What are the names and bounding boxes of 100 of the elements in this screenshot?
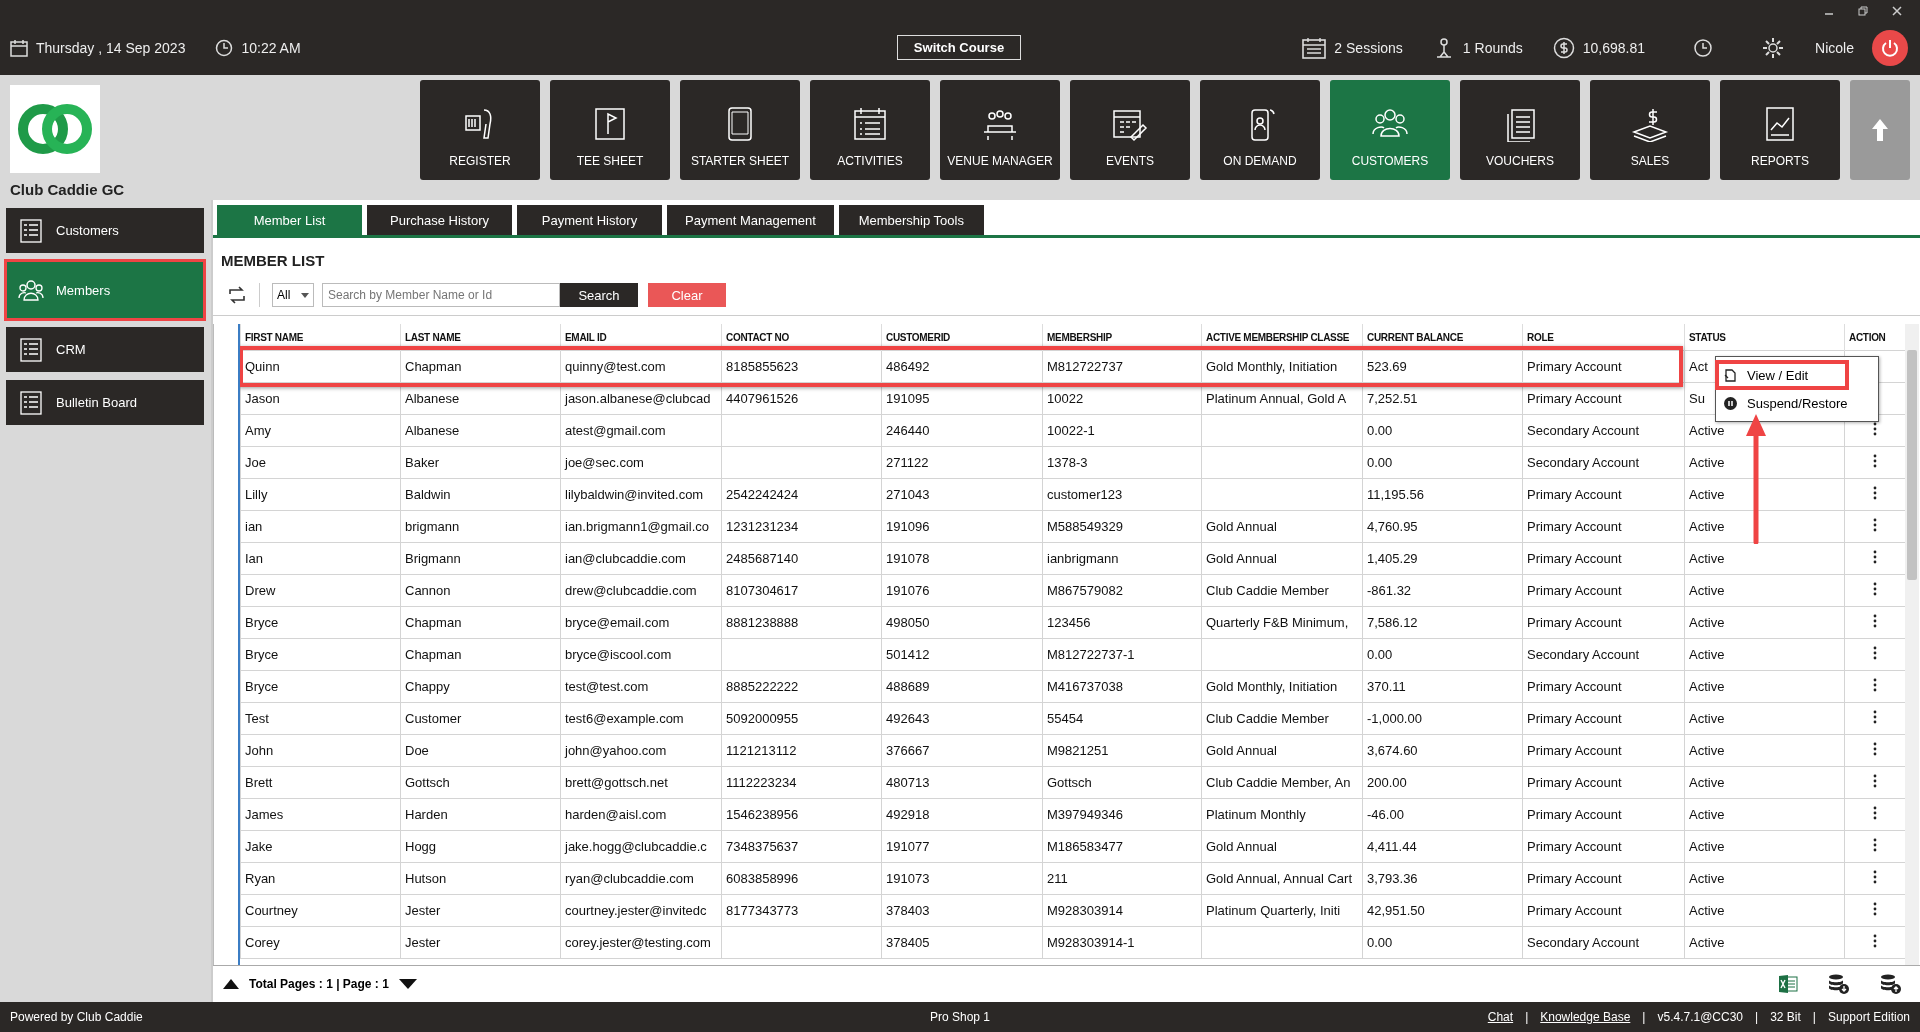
- scrollbar[interactable]: [1905, 324, 1919, 965]
- table-cell: 123456: [1047, 615, 1091, 630]
- table-cell: -1,000.00: [1367, 711, 1422, 726]
- table-cell: Amy: [245, 423, 271, 438]
- more-options-icon[interactable]: [1873, 582, 1877, 596]
- column-header: CUSTOMERID: [881, 324, 1043, 351]
- nav-tile[interactable]: CUSTOMERS: [1330, 80, 1450, 180]
- more-options-icon[interactable]: [1873, 838, 1877, 852]
- more-options-icon[interactable]: [1873, 710, 1877, 724]
- table-cell: ryan@clubcaddie.com: [565, 871, 694, 886]
- search-field[interactable]: Search by Member Name or Id: [322, 283, 560, 307]
- people-group-icon: [18, 277, 44, 303]
- switch-course-button[interactable]: Switch Course: [896, 35, 1022, 60]
- page-down-icon[interactable]: [398, 979, 417, 989]
- sidebar-item[interactable]: Bulletin Board: [6, 380, 204, 425]
- sidebar-item[interactable]: Members: [6, 261, 204, 319]
- spreadsheet-icon[interactable]: [1778, 974, 1798, 994]
- table-cell: Primary Account: [1527, 359, 1622, 374]
- sidebar-item[interactable]: CRM: [6, 327, 204, 372]
- more-options-icon[interactable]: [1873, 870, 1877, 884]
- table-cell: 501412: [886, 647, 930, 662]
- menu-item[interactable]: Suspend/Restore: [1716, 389, 1878, 417]
- table-cell: 191073: [886, 871, 930, 886]
- table-cell: Active: [1689, 487, 1725, 502]
- close-icon[interactable]: [1892, 6, 1902, 16]
- page-up-icon[interactable]: [223, 979, 239, 989]
- more-options-icon[interactable]: [1873, 550, 1877, 564]
- column-header: ACTIVE MEMBERSHIP CLASSE: [1201, 324, 1363, 351]
- tab[interactable]: Member List: [217, 205, 362, 235]
- tab[interactable]: Membership Tools: [838, 205, 984, 235]
- more-options-icon[interactable]: [1873, 646, 1877, 660]
- power-button[interactable]: [1872, 29, 1908, 66]
- table-cell: Active: [1689, 615, 1725, 630]
- table-cell: Chapman: [405, 359, 462, 374]
- nav-tile[interactable]: ACTIVITIES: [810, 80, 930, 180]
- settings-icon[interactable]: [1761, 35, 1786, 60]
- more-options-icon[interactable]: [1873, 422, 1877, 436]
- table-cell: Active: [1689, 871, 1725, 886]
- database-upload-icon[interactable]: [1880, 973, 1902, 995]
- nav-tile[interactable]: ON DEMAND: [1200, 80, 1320, 180]
- filter-dropdown[interactable]: All: [272, 283, 314, 307]
- balance-amount: 10,698.81: [1582, 39, 1646, 56]
- more-options-icon[interactable]: [1873, 454, 1877, 468]
- sidebar-item[interactable]: Customers: [6, 208, 204, 253]
- table-cell: 10022-1: [1047, 423, 1095, 438]
- column-header: FIRST NAME: [240, 324, 401, 351]
- table-cell: Jason: [245, 391, 280, 406]
- more-options-icon[interactable]: [1873, 934, 1877, 948]
- restore-icon[interactable]: [1858, 6, 1868, 16]
- scroll-up-button[interactable]: [1850, 80, 1910, 180]
- table-cell: Albanese: [405, 423, 460, 438]
- more-options-icon[interactable]: [1873, 742, 1877, 756]
- table-cell: 271122: [886, 455, 929, 470]
- nav-tile[interactable]: EVENTS: [1070, 80, 1190, 180]
- nav-tile[interactable]: SALES: [1590, 80, 1710, 180]
- refresh-icon[interactable]: [227, 286, 247, 304]
- table-cell: Platinum Annual, Gold A: [1206, 391, 1347, 406]
- status-text: v5.4.7.1@CC30: [1657, 1010, 1743, 1024]
- more-options-icon[interactable]: [1873, 774, 1877, 788]
- document-icon: [1724, 368, 1737, 382]
- more-options-icon[interactable]: [1873, 902, 1877, 916]
- table-cell: jake.hogg@clubcaddie.c: [565, 839, 707, 854]
- history-icon[interactable]: [1693, 37, 1714, 58]
- more-options-icon[interactable]: [1873, 518, 1877, 532]
- table-cell: Gottsch: [405, 775, 450, 790]
- nav-tile[interactable]: TEE SHEET: [550, 80, 670, 180]
- more-options-icon[interactable]: [1873, 614, 1877, 628]
- table-cell: john@yahoo.com: [565, 743, 667, 758]
- table-cell: joe@sec.com: [565, 455, 644, 470]
- column-header: CONTACT NO: [721, 324, 882, 351]
- more-options-icon[interactable]: [1873, 678, 1877, 692]
- more-options-icon[interactable]: [1873, 806, 1877, 820]
- menu-item[interactable]: View / Edit: [1716, 361, 1848, 389]
- table-cell: 3,793.36: [1367, 871, 1418, 886]
- nav-tile[interactable]: VOUCHERS: [1460, 80, 1580, 180]
- database-download-icon[interactable]: [1828, 973, 1850, 995]
- tab[interactable]: Payment History: [517, 205, 662, 235]
- search-button[interactable]: Search: [560, 283, 638, 307]
- table-cell: Gold Annual: [1206, 839, 1277, 854]
- table-cell: corey.jester@testing.com: [565, 935, 711, 950]
- table-cell: Gold Monthly, Initiation: [1206, 359, 1338, 374]
- table-cell: Test: [245, 711, 269, 726]
- status-link[interactable]: Chat: [1487, 1010, 1514, 1024]
- tab[interactable]: Payment Management: [667, 205, 834, 235]
- nav-tile[interactable]: REPORTS: [1720, 80, 1840, 180]
- table-cell: Customer: [405, 711, 462, 726]
- status-link[interactable]: Knowledge Base: [1540, 1010, 1631, 1024]
- caret-icon: [301, 292, 309, 298]
- nav-tile[interactable]: REGISTER: [420, 80, 540, 180]
- location-text: Pro Shop 1: [930, 1010, 991, 1024]
- more-options-icon[interactable]: [1873, 486, 1877, 500]
- table-cell: brett@gottsch.net: [565, 775, 668, 790]
- table-cell: ian@clubcaddie.com: [565, 551, 686, 566]
- nav-tile[interactable]: VENUE MANAGER: [940, 80, 1060, 180]
- nav-tile[interactable]: STARTER SHEET: [680, 80, 800, 180]
- clear-button[interactable]: Clear: [648, 283, 726, 307]
- table-cell: Active: [1689, 775, 1725, 790]
- tab[interactable]: Purchase History: [367, 205, 512, 235]
- club-name: Club Caddie GC: [10, 181, 126, 198]
- table-cell: 4,760.95: [1367, 519, 1418, 534]
